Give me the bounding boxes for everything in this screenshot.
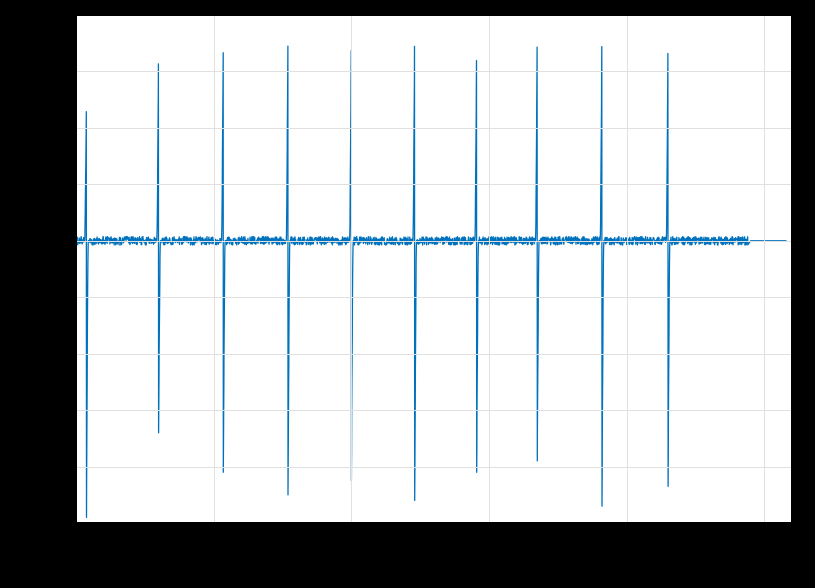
x-grid-line — [627, 15, 628, 523]
y-tick-label: -0.4 — [42, 345, 68, 362]
x-grid-line — [764, 15, 765, 523]
y-tick-mark — [71, 467, 76, 468]
y-axis-label: Amplitude — [13, 236, 30, 303]
y-tick-mark — [71, 184, 76, 185]
y-tick-mark — [71, 15, 76, 16]
x-tick-label: 1 — [347, 529, 355, 546]
y-grid-line — [76, 15, 792, 16]
y-tick-mark — [71, 354, 76, 355]
plot-area — [76, 15, 792, 523]
axes — [76, 15, 792, 523]
y-grid-line — [76, 410, 792, 411]
x-tick-mark — [351, 523, 352, 528]
x-tick-label: 2.5 — [754, 529, 775, 546]
x-grid-line — [351, 15, 352, 523]
y-tick-mark — [71, 71, 76, 72]
x-grid-line — [214, 15, 215, 523]
x-tick-mark — [764, 523, 765, 528]
y-grid-line — [76, 184, 792, 185]
y-tick-mark — [71, 297, 76, 298]
y-grid-line — [76, 467, 792, 468]
figure: 0 0.5 1 1.5 2 2.5 -1 -0.8 -0.6 -0.4 -0.2 0 0.2 0.4 0.6… — [0, 0, 815, 588]
x-grid-line — [76, 15, 77, 523]
x-tick-label: 1.5 — [479, 529, 500, 546]
x-tick-mark — [489, 523, 490, 528]
y-grid-line — [76, 71, 792, 72]
y-tick-label: -1 — [55, 515, 68, 532]
y-tick-label: 0.2 — [47, 176, 68, 193]
y-grid-line — [76, 241, 792, 242]
y-tick-label: 0 — [60, 232, 68, 249]
signal-path — [76, 46, 787, 517]
x-tick-mark — [627, 523, 628, 528]
x-grid-line — [489, 15, 490, 523]
y-grid-line — [76, 128, 792, 129]
x-axis-exponent: ×105 — [752, 547, 784, 568]
y-grid-line — [76, 297, 792, 298]
x-tick-label: 2 — [623, 529, 631, 546]
y-grid-line — [76, 354, 792, 355]
x-tick-mark — [76, 523, 77, 528]
y-tick-mark — [71, 128, 76, 129]
y-tick-label: -0.2 — [42, 289, 68, 306]
y-tick-label: -0.6 — [42, 402, 68, 419]
y-tick-mark — [71, 241, 76, 242]
y-tick-label: 0.8 — [47, 7, 68, 24]
y-tick-mark — [71, 410, 76, 411]
x-axis-label: Number of samples — [369, 553, 499, 570]
x-tick-label: 0 — [72, 529, 80, 546]
x-tick-mark — [214, 523, 215, 528]
y-tick-label: 0.6 — [47, 63, 68, 80]
y-tick-mark — [71, 523, 76, 524]
x-tick-label: 0.5 — [203, 529, 224, 546]
y-tick-label: -0.8 — [42, 458, 68, 475]
signal-line — [76, 15, 792, 523]
y-tick-label: 0.4 — [47, 119, 68, 136]
